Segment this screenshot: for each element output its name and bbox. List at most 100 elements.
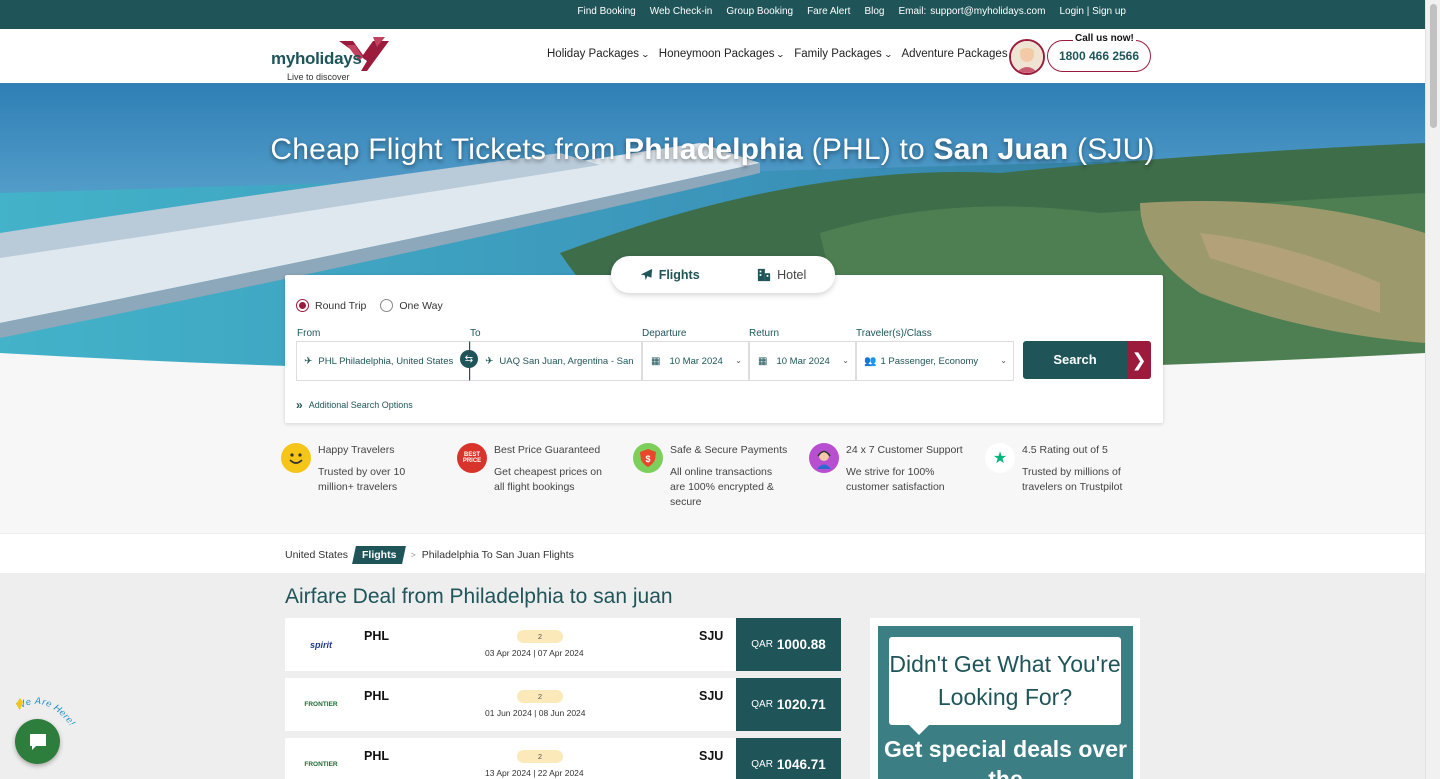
- takeoff-plane-icon: ✈: [304, 355, 313, 367]
- deal-stops-badge: 2: [517, 690, 563, 703]
- title-origin: Philadelphia: [624, 133, 804, 166]
- logo-wordmark: myholidays: [271, 49, 362, 68]
- nav-label: Honeymoon Packages: [658, 48, 775, 60]
- login-signup-link[interactable]: Login | Sign up: [1059, 6, 1126, 17]
- radio-selected-icon: [296, 299, 309, 312]
- nav-honeymoon-packages[interactable]: Honeymoon Packages ⌄: [658, 48, 786, 60]
- breadcrumb-country[interactable]: United States: [285, 549, 348, 561]
- chevron-down-icon: ⌄: [640, 49, 651, 59]
- swap-cities-button[interactable]: ⇆: [460, 350, 478, 368]
- call-now-label: Call us now!: [1073, 33, 1136, 44]
- additional-search-options-link[interactable]: » Additional Search Options: [296, 398, 413, 412]
- to-input[interactable]: ✈ UAQ San Juan, Argentina - San: [470, 341, 642, 381]
- deal-price-button[interactable]: QAR 1046.71: [736, 738, 841, 779]
- calendar-icon: ▦: [651, 355, 661, 367]
- promo-question: Didn't Get What You're Looking For?: [889, 637, 1121, 735]
- feature-customer-support: 24 x 7 Customer Support We strive for 10…: [809, 443, 985, 510]
- chevron-down-icon: ⌄: [1000, 356, 1007, 365]
- deal-dates: 01 Jun 2024 | 08 Jun 2024: [485, 708, 586, 718]
- deal-row[interactable]: FRONTIER PHL 2 01 Jun 2024 | 08 Jun 2024…: [285, 678, 841, 731]
- round-trip-label: Round Trip: [315, 299, 367, 312]
- feature-desc: We strive for 100% customer satisfaction: [846, 466, 945, 493]
- chevron-down-icon: ⌄: [883, 49, 893, 59]
- logo[interactable]: myholidays Live to discover: [271, 35, 391, 82]
- support-agent-avatar: [1009, 39, 1045, 75]
- from-input[interactable]: ✈ PHL Philadelphia, United States: [296, 341, 470, 381]
- breadcrumb: United States Flights > Philadelphia To …: [285, 546, 574, 564]
- search-tabs: Flights Hotel: [611, 256, 835, 293]
- deal-price: 1046.71: [776, 757, 826, 772]
- tab-hotel[interactable]: Hotel: [757, 268, 806, 282]
- airline-logo: spirit: [309, 639, 332, 650]
- call-us-box[interactable]: 1800 466 2566 Call us now!: [1009, 32, 1151, 75]
- page-scrollbar[interactable]: [1425, 0, 1440, 779]
- nav-label: Holiday Packages: [547, 48, 640, 60]
- additional-options-label: Additional Search Options: [308, 400, 413, 410]
- deal-origin: PHL: [364, 689, 389, 703]
- nav-holiday-packages[interactable]: Holiday Packages ⌄: [547, 48, 651, 60]
- round-trip-radio[interactable]: Round Trip: [296, 299, 366, 312]
- blog-link[interactable]: Blog: [864, 6, 884, 17]
- search-button-label: Search: [1053, 352, 1097, 367]
- smiley-icon: [281, 443, 311, 473]
- travelers-label: Traveler(s)/Class: [856, 328, 932, 339]
- deal-dates: 13 Apr 2024 | 22 Apr 2024: [485, 768, 584, 778]
- travelers-class-select[interactable]: 👥 1 Passenger, Economy ⌄: [856, 341, 1014, 381]
- nav-label: Family Packages: [794, 48, 882, 60]
- email-label: Email:: [898, 6, 927, 17]
- shield-icon: $: [633, 443, 663, 473]
- main-nav: Holiday Packages ⌄ Honeymoon Packages ⌄ Fa…: [547, 48, 1019, 60]
- passengers-icon: 👥: [864, 355, 877, 367]
- chevron-down-icon: ⌄: [776, 49, 786, 59]
- promo-inner: Didn't Get What You're Looking For? Get …: [878, 626, 1133, 779]
- deal-price-button[interactable]: QAR 1020.71: [736, 678, 841, 731]
- scrollbar-thumb[interactable]: [1430, 4, 1437, 128]
- feature-title: Safe & Secure Payments: [670, 444, 788, 456]
- return-date-picker[interactable]: ▦ 10 Mar 2024 ⌄: [749, 341, 856, 381]
- departure-date-picker[interactable]: ▦ 10 Mar 2024 ⌄: [642, 341, 749, 381]
- search-button[interactable]: Search ❯: [1023, 341, 1151, 379]
- nav-adventure-packages[interactable]: Adventure Packages⌄: [901, 48, 1018, 60]
- trip-type-selector: Round Trip One Way: [296, 299, 443, 312]
- top-links: Find Booking Web Check-in Group Booking …: [577, 6, 1126, 17]
- deal-currency: QAR: [751, 699, 773, 710]
- breadcrumb-flights[interactable]: Flights: [352, 546, 407, 564]
- feature-title: Happy Travelers: [318, 444, 395, 456]
- tab-flights[interactable]: Flights: [640, 268, 700, 282]
- email-link[interactable]: support@myholidays.com: [930, 6, 1045, 17]
- promo-card[interactable]: Didn't Get What You're Looking For? Get …: [870, 618, 1140, 779]
- return-value: 10 Mar 2024: [776, 355, 830, 367]
- hotel-icon: [757, 268, 771, 281]
- travelers-value: 1 Passenger, Economy: [880, 355, 979, 367]
- feature-title: 4.5 Rating out of 5: [1022, 444, 1108, 456]
- feature-title: Best Price Guaranteed: [494, 444, 601, 456]
- radio-unselected-icon: [380, 299, 394, 312]
- deal-stops-badge: 2: [517, 750, 563, 763]
- group-booking-link[interactable]: Group Booking: [726, 6, 793, 17]
- deal-destination: SJU: [699, 689, 724, 703]
- trust-features: Happy Travelers Trusted by over 10 milli…: [281, 443, 1161, 510]
- phone-number[interactable]: 1800 466 2566: [1047, 40, 1151, 72]
- deal-currency: QAR: [751, 639, 773, 650]
- deal-row[interactable]: spirit PHL 2 03 Apr 2024 | 07 Apr 2024 S…: [285, 618, 841, 671]
- fare-alert-link[interactable]: Fare Alert: [807, 6, 850, 17]
- feature-happy-travelers: Happy Travelers Trusted by over 10 milli…: [281, 443, 457, 510]
- find-booking-link[interactable]: Find Booking: [577, 6, 635, 17]
- top-bar: Find Booking Web Check-in Group Booking …: [0, 0, 1425, 29]
- best-price-badge-icon: BEST PRICE: [457, 443, 487, 473]
- deal-row[interactable]: FRONTIER PHL 2 13 Apr 2024 | 22 Apr 2024…: [285, 738, 841, 779]
- breadcrumb-flights-label: Flights: [362, 549, 397, 561]
- deal-price: 1020.71: [776, 697, 826, 712]
- web-checkin-link[interactable]: Web Check-in: [650, 6, 713, 17]
- promo-special-deals: Get special deals over the: [884, 736, 1127, 779]
- deal-price-button[interactable]: QAR 1000.88: [736, 618, 841, 671]
- from-value: PHL Philadelphia, United States: [318, 355, 454, 367]
- support-agent-icon: [809, 443, 839, 473]
- chat-button[interactable]: [15, 719, 60, 764]
- nav-family-packages[interactable]: Family Packages ⌄: [794, 48, 893, 60]
- return-label: Return: [749, 328, 780, 339]
- chevron-down-icon: ⌄: [735, 356, 742, 365]
- airline-logo: FRONTIER: [304, 701, 338, 708]
- deal-currency: QAR: [751, 759, 773, 770]
- one-way-radio[interactable]: One Way: [380, 299, 443, 312]
